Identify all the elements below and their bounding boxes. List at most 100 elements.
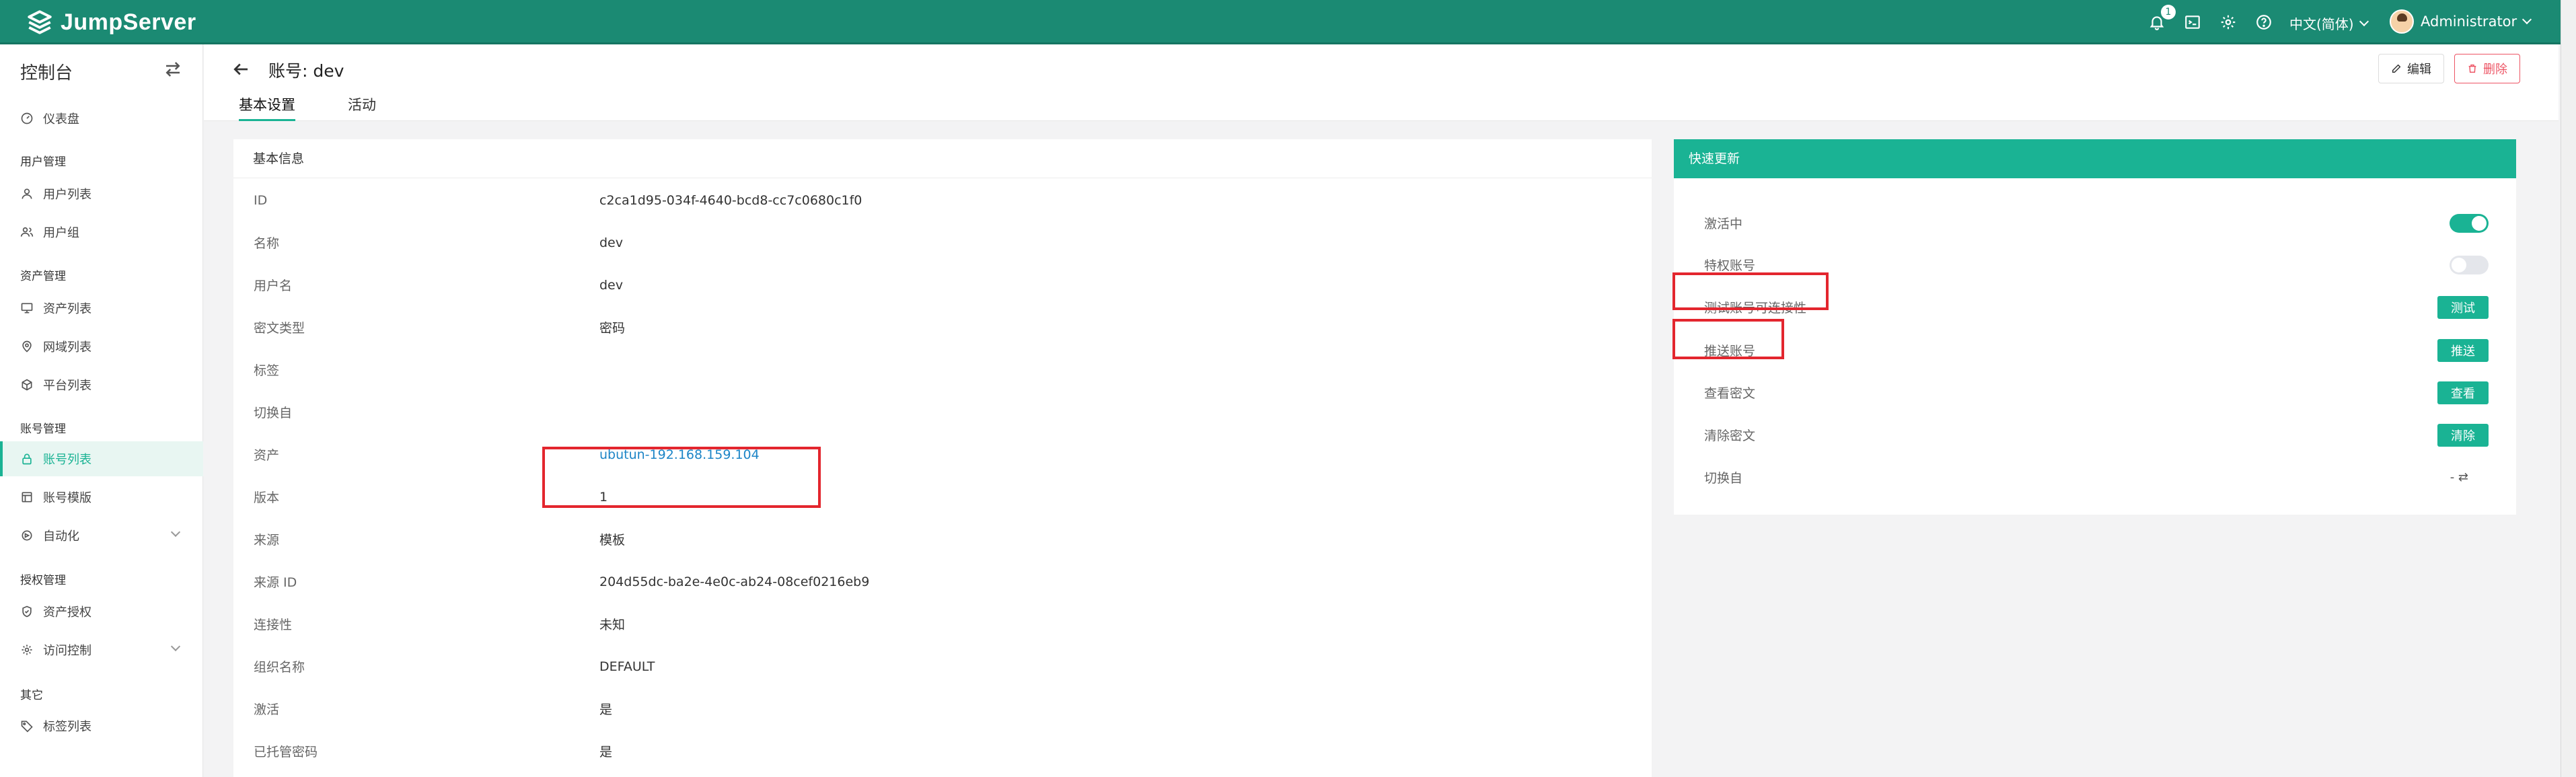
notification-badge: 1 — [2161, 5, 2176, 20]
sidebar-item-label: 账号模版 — [43, 491, 91, 505]
highlight-box-asset — [542, 447, 821, 508]
bell-icon[interactable]: 1 — [2146, 5, 2176, 33]
view-button[interactable]: 查看 — [2437, 381, 2489, 404]
sidebar-item-label: 资产授权 — [43, 605, 91, 620]
sidebar-item-dashboard[interactable]: 仪表盘 — [0, 101, 203, 136]
detail-key: 组织名称 — [254, 660, 305, 675]
detail-key: 名称 — [254, 236, 280, 251]
top-bar: JumpServer 1 中文(简体) Administrator — [0, 0, 2561, 44]
page-header: 账号: dev 基本设置 活动 编辑 删除 — [204, 44, 2559, 121]
sidebar-item-user-group[interactable]: 用户组 — [0, 215, 203, 250]
avatar — [2390, 9, 2414, 34]
detail-row: 版本 1 — [254, 476, 1626, 518]
sidebar-item-user-list[interactable]: 用户列表 — [0, 176, 203, 211]
back-arrow-icon[interactable] — [231, 59, 251, 79]
detail-key: 密文类型 — [254, 321, 305, 336]
edit-label: 编辑 — [2407, 63, 2431, 77]
sidebar-item-asset-list[interactable]: 资产列表 — [0, 291, 203, 326]
terminal-icon[interactable] — [2182, 11, 2203, 33]
user-name: Administrator — [2421, 13, 2517, 30]
detail-key: 来源 ID — [254, 575, 297, 590]
settings-icon — [22, 644, 32, 655]
detail-value: dev — [599, 235, 623, 250]
view-secret-label: 查看密文 — [1704, 386, 1756, 401]
detail-row: 已托管密码 是 — [254, 730, 1626, 772]
sidebar-item-label: 平台列表 — [43, 379, 91, 393]
detail-value: 是 — [599, 702, 613, 717]
monitor-icon — [21, 303, 33, 313]
quick-row-push: 推送账号 推送 — [1704, 329, 2489, 371]
detail-key: ID — [254, 192, 268, 208]
clear-button[interactable]: 清除 — [2437, 423, 2489, 447]
sidebar-item-label: 仪表盘 — [43, 112, 79, 126]
lock-icon — [22, 453, 32, 465]
user-menu[interactable]: Administrator — [2390, 9, 2532, 34]
quick-row-clear: 清除密文 清除 — [1704, 414, 2489, 456]
edit-button[interactable]: 编辑 — [2378, 54, 2444, 83]
detail-value: dev — [599, 277, 623, 293]
switch-from-value[interactable]: - ⇄ — [2450, 470, 2468, 484]
sidebar-group-other: 其它 — [20, 689, 43, 702]
detail-row: 连接性 未知 — [254, 603, 1626, 645]
sidebar-item-platform-list[interactable]: 平台列表 — [0, 367, 203, 402]
detail-key: 用户名 — [254, 279, 293, 293]
sidebar-item-label-list[interactable]: 标签列表 — [0, 708, 203, 743]
automation-icon — [22, 530, 32, 541]
tab-activity[interactable]: 活动 — [348, 94, 376, 121]
detail-key: 连接性 — [254, 618, 293, 632]
sidebar-item-label: 账号列表 — [43, 453, 91, 467]
detail-row: 来源 ID 204d55dc-ba2e-4e0c-ab24-08cef0216eb… — [254, 560, 1626, 603]
tag-icon — [21, 720, 33, 733]
switch-from-label: 切换自 — [1704, 471, 1743, 486]
delete-button[interactable]: 删除 — [2454, 54, 2520, 83]
sidebar-item-domain-list[interactable]: 网域列表 — [0, 329, 203, 364]
test-button[interactable]: 测试 — [2437, 295, 2489, 319]
gear-icon[interactable] — [2217, 11, 2239, 33]
sidebar-item-asset-perm[interactable]: 资产授权 — [0, 594, 203, 629]
delete-label: 删除 — [2483, 63, 2507, 77]
dashboard-icon — [21, 112, 33, 124]
detail-row: 密文类型 密码 — [254, 306, 1626, 348]
chevron-down-icon — [2522, 14, 2532, 25]
detail-value: 是 — [599, 745, 613, 760]
location-icon — [22, 340, 32, 353]
sidebar-item-label: 资产列表 — [43, 302, 91, 316]
jumpserver-logo[interactable]: JumpServer — [26, 7, 196, 38]
sidebar-group-perms: 授权管理 — [20, 574, 66, 587]
sidebar: 控制台 仪表盘 用户管理 用户列表 用户组 资产管理 资产列表 网域列表 平台列… — [0, 44, 203, 777]
sidebar-group-users: 用户管理 — [20, 155, 66, 169]
sidebar-item-label: 用户组 — [43, 226, 79, 240]
detail-value: 模板 — [599, 533, 626, 548]
basic-info-title: 基本信息 — [233, 139, 1652, 178]
detail-row: 名称 dev — [254, 221, 1626, 264]
language-label: 中文(简体) — [2289, 16, 2354, 32]
detail-key: 标签 — [254, 363, 280, 378]
detail-row: 激活 是 — [254, 688, 1626, 730]
quick-update-card: 快速更新 激活中 特权账号 测试账号可连接性 测试 推送账号 推送 查看密文 查… — [1674, 139, 2516, 515]
switch-view-icon[interactable] — [163, 59, 183, 79]
active-toggle[interactable] — [2450, 213, 2489, 233]
push-button[interactable]: 推送 — [2437, 338, 2489, 362]
sidebar-item-label: 标签列表 — [43, 720, 91, 734]
privileged-toggle[interactable] — [2450, 255, 2489, 274]
logo-icon — [28, 10, 52, 34]
sidebar-item-account-list[interactable]: 账号列表 — [0, 441, 203, 476]
sidebar-item-label: 自动化 — [43, 529, 79, 544]
page-title: 账号: dev — [268, 61, 344, 81]
sidebar-item-account-template[interactable]: 账号模版 — [0, 480, 203, 515]
quick-update-title: 快速更新 — [1674, 139, 2516, 178]
privileged-label: 特权账号 — [1704, 258, 1756, 273]
language-select[interactable]: 中文(简体) — [2289, 13, 2369, 33]
detail-row: 来源 模板 — [254, 518, 1626, 560]
basic-info-card: 基本信息 ID c2ca1d95-034f-4640-bcd8-cc7c0680c… — [233, 139, 1652, 777]
detail-value: c2ca1d95-034f-4640-bcd8-cc7c0680c1f0 — [599, 192, 862, 208]
push-account-label: 推送账号 — [1704, 344, 1756, 359]
window-scrollbar[interactable] — [2561, 0, 2576, 777]
sidebar-item-automation[interactable]: 自动化 — [0, 518, 203, 553]
help-icon[interactable] — [2253, 11, 2275, 33]
active-label: 激活中 — [1704, 217, 1743, 231]
sidebar-title: 控制台 — [20, 63, 73, 83]
detail-row: 资产 ubutun-192.168.159.104 — [254, 433, 1626, 476]
tab-basic-settings[interactable]: 基本设置 — [239, 94, 295, 121]
sidebar-item-access-control[interactable]: 访问控制 — [0, 632, 203, 667]
